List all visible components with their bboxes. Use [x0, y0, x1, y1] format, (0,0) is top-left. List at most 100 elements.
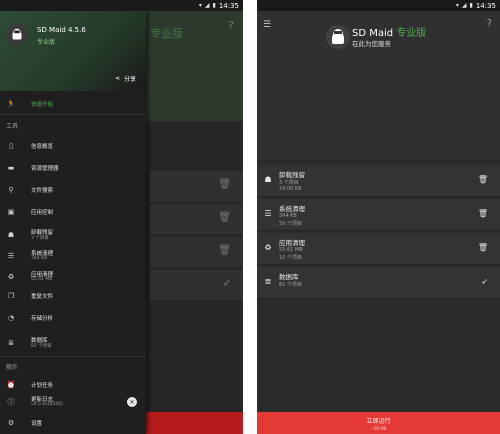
drawer-item-system-cleaner[interactable]: ☰ 系统清理 344 KB — [0, 246, 146, 266]
app-title-pro: 专业版 — [396, 28, 427, 39]
drawer-item-sub: 55.61 MB — [31, 277, 53, 282]
run-now-size: ~56 MB — [370, 426, 387, 431]
drawer-item-duplicates[interactable]: ❐ 重复文件 — [0, 289, 146, 303]
rocket-icon[interactable]: ➶ — [481, 277, 488, 286]
status-time: 14:35 — [475, 1, 496, 10]
drawer-item-label: 设置 — [31, 421, 43, 427]
left-phone-screen: ▾ ◢ ▮ 14:35 专业版 ? 🗑 🗑 🗑 ➶ SD Maid 4.5.6 … — [0, 0, 243, 434]
tool-card-line1: 55.61 MB — [279, 247, 303, 253]
recycle-icon: ♻ — [264, 243, 272, 252]
trash-icon: 🗑 — [218, 179, 231, 190]
drawer-item-label: 重复文件 — [31, 294, 54, 300]
tool-card-title: 系统清理 — [279, 205, 305, 213]
drawer-item-label: 资源管理器 — [31, 166, 59, 172]
drawer-item-settings[interactable]: ⚙ 设置 — [0, 416, 146, 430]
search-icon: ⚲ — [8, 185, 14, 194]
drawer-item-sub: v4.5.6(40506) — [31, 402, 63, 407]
app-name: SD Maid 4.5.6 — [37, 26, 86, 34]
trash-icon: 🗑 — [218, 212, 231, 223]
tool-card-line1: 344 KB — [279, 213, 297, 219]
share-icon: ⋖ — [114, 75, 120, 82]
drawer-item-explorer[interactable]: ▬ 资源管理器 — [0, 161, 146, 175]
drawer-item-storage-analyzer[interactable]: ◔ 存储分析 — [0, 311, 146, 325]
phone-icon: ▯ — [9, 141, 13, 150]
alarm-icon: ⏰ — [6, 380, 16, 389]
tool-card-line2: 10 个项目 — [279, 255, 302, 261]
signal-icon: ◢ — [204, 2, 210, 9]
background-card: ➶ — [150, 270, 243, 300]
drawer-item-label: 文件搜索 — [31, 188, 54, 194]
divider — [0, 114, 146, 115]
tool-card-title: 卸载残留 — [279, 171, 305, 179]
drawer-item-corpse-finder[interactable]: ☗ 卸载残留 3 个项目 — [0, 225, 146, 245]
drawer-item-changelog[interactable]: ⓘ 更新日志 v4.5.6(40506) — [0, 392, 146, 412]
run-now-button[interactable]: 立即运行 ~56 MB — [257, 412, 500, 434]
wifi-icon: ▾ — [198, 2, 202, 9]
rocket-icon: ➶ — [222, 278, 231, 289]
tool-card-line2: 59 个项目 — [279, 221, 302, 227]
background-card: 🗑 — [150, 204, 243, 234]
share-button[interactable]: ⋖ 分享 — [115, 74, 136, 83]
ghost-icon: ☗ — [264, 175, 272, 184]
drawer-item-sub: 81 个项目 — [31, 344, 52, 349]
drawer-item-app-cleaner[interactable]: ♻ 应用清理 55.61 MB — [0, 267, 146, 287]
duplicate-icon: ❐ — [7, 291, 15, 300]
app-control-icon: ▣ — [7, 207, 15, 216]
section-header-extra: 额外 — [6, 364, 19, 371]
main-header: ☰ SD Maid 专业版 在此为您服务 ? — [257, 11, 500, 159]
drawer-item-label: 应用控制 — [31, 210, 54, 216]
drawer-item-databases[interactable]: ≣ 数据库 81 个项目 — [0, 333, 146, 353]
trash-icon[interactable]: 🗑 — [478, 209, 488, 218]
app-edition: 专业版 — [37, 39, 56, 46]
drawer-item-label: 计划任务 — [31, 383, 54, 389]
run-icon: 🏃 — [6, 99, 16, 108]
ghost-icon: ☗ — [7, 230, 15, 239]
database-icon: ≣ — [8, 338, 14, 347]
drawer-item-label: 存储分析 — [31, 316, 54, 322]
pie-chart-icon: ◔ — [7, 313, 15, 322]
drawer-item-sub: 3 个项目 — [31, 236, 49, 241]
tool-card-line1: 81 个项目 — [279, 282, 302, 288]
navigation-drawer: SD Maid 4.5.6 专业版 ⋖ 分享 🏃 快速开始 工具 ▯ 信息概览 … — [0, 11, 146, 434]
status-bar: ▾ ◢ ▮ 14:35 — [257, 0, 500, 11]
drawer-item-app-control[interactable]: ▣ 应用控制 — [0, 205, 146, 219]
signal-icon: ◢ — [461, 2, 467, 9]
info-icon: ⓘ — [7, 397, 15, 406]
drawer-item-quick-start[interactable]: 🏃 快速开始 — [0, 97, 146, 111]
drawer-item-overview[interactable]: ▯ 信息概览 — [0, 139, 146, 153]
right-phone-screen: ▾ ◢ ▮ 14:35 ☰ SD Maid 专业版 在此为您服务 ? ☗ 卸载残… — [257, 0, 500, 434]
hamburger-menu-icon[interactable]: ☰ — [263, 20, 271, 30]
close-icon[interactable]: ✕ — [127, 397, 137, 407]
drawer-header: SD Maid 4.5.6 专业版 ⋖ 分享 — [0, 11, 146, 91]
help-icon[interactable]: ? — [487, 18, 492, 29]
drawer-item-searcher[interactable]: ⚲ 文件搜索 — [0, 183, 146, 197]
folder-icon: ▬ — [7, 163, 15, 172]
help-icon: ? — [228, 19, 234, 32]
android-icon — [326, 25, 350, 49]
status-time: 14:35 — [218, 1, 239, 10]
tool-card-app-cleaner[interactable]: ♻ 应用清理 55.61 MB 10 个项目 🗑 — [257, 233, 500, 265]
drawer-item-label: 信息概览 — [31, 144, 54, 150]
trash-icon[interactable]: 🗑 — [478, 243, 488, 252]
app-subtitle: 在此为您服务 — [352, 40, 391, 48]
background-pro-label: 专业版 — [150, 27, 183, 40]
trash-icon[interactable]: 🗑 — [478, 175, 488, 184]
app-logo — [6, 24, 28, 46]
tool-card-databases[interactable]: ≣ 数据库 81 个项目 ➶ — [257, 267, 500, 299]
divider — [0, 356, 146, 357]
gear-icon: ⚙ — [7, 418, 15, 427]
app-title: SD Maid 专业版 — [352, 24, 426, 39]
tool-card-line2: 24.00 KB — [279, 186, 302, 192]
battery-icon: ▮ — [212, 2, 216, 9]
list-icon: ☰ — [7, 251, 15, 260]
status-bar: ▾ ◢ ▮ 14:35 — [0, 0, 243, 11]
run-now-label: 立即运行 — [366, 418, 391, 425]
drawer-item-scheduler[interactable]: ⏰ 计划任务 — [0, 378, 146, 392]
tool-card-line1: 3 个项目 — [279, 180, 299, 186]
share-label: 分享 — [123, 76, 136, 83]
trash-icon: 🗑 — [218, 245, 231, 256]
background-card: 🗑 — [150, 171, 243, 201]
battery-icon: ▮ — [469, 2, 473, 9]
tool-card-system-cleaner[interactable]: ☰ 系统清理 344 KB 59 个项目 🗑 — [257, 199, 500, 231]
tool-card-corpse-finder[interactable]: ☗ 卸载残留 3 个项目 24.00 KB 🗑 — [257, 165, 500, 197]
